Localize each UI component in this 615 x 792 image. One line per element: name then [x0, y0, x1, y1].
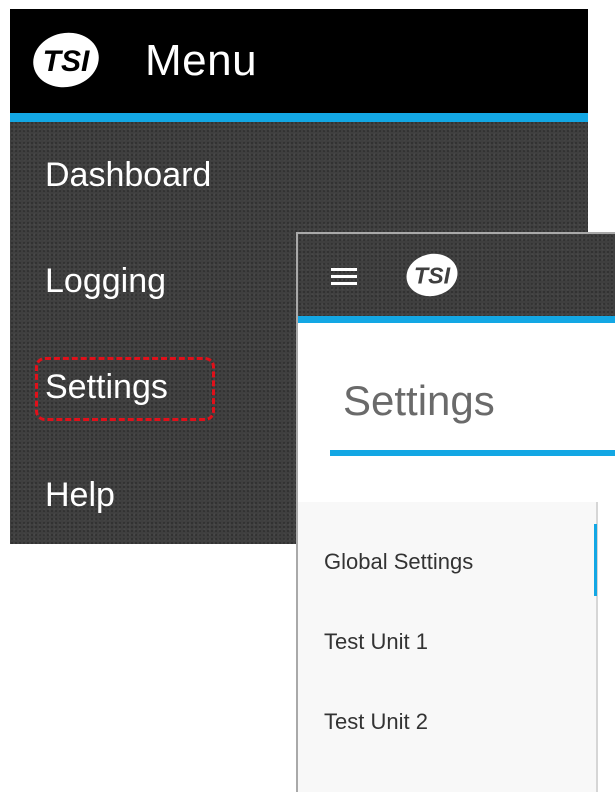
- settings-title-underline: [330, 450, 615, 456]
- menu-header-accent-bar: [10, 113, 588, 122]
- svg-text:TSI: TSI: [43, 45, 90, 78]
- nav-item-test-unit-2[interactable]: Test Unit 2: [324, 708, 428, 736]
- settings-topbar: TSI: [298, 234, 615, 316]
- tsi-logo-small-icon: TSI: [406, 253, 458, 297]
- settings-topbar-accent-bar: [298, 316, 615, 323]
- menu-title: Menu: [145, 36, 258, 85]
- nav-item-test-unit-1[interactable]: Test Unit 1: [324, 628, 428, 656]
- menu-header: TSI Menu: [10, 9, 588, 113]
- settings-window: TSI Settings Global Settings Test Unit 1…: [296, 232, 615, 792]
- menu-item-help[interactable]: Help: [45, 475, 115, 515]
- nav-item-global-settings[interactable]: Global Settings: [324, 548, 473, 576]
- svg-text:TSI: TSI: [414, 263, 451, 289]
- hamburger-menu-icon[interactable]: [331, 266, 359, 288]
- settings-page-title: Settings: [343, 377, 495, 424]
- tsi-logo-icon: TSI: [33, 32, 99, 88]
- nav-active-indicator: [594, 524, 597, 596]
- settings-highlight-box: [35, 357, 215, 421]
- menu-item-dashboard[interactable]: Dashboard: [45, 155, 211, 195]
- menu-item-logging[interactable]: Logging: [45, 261, 166, 301]
